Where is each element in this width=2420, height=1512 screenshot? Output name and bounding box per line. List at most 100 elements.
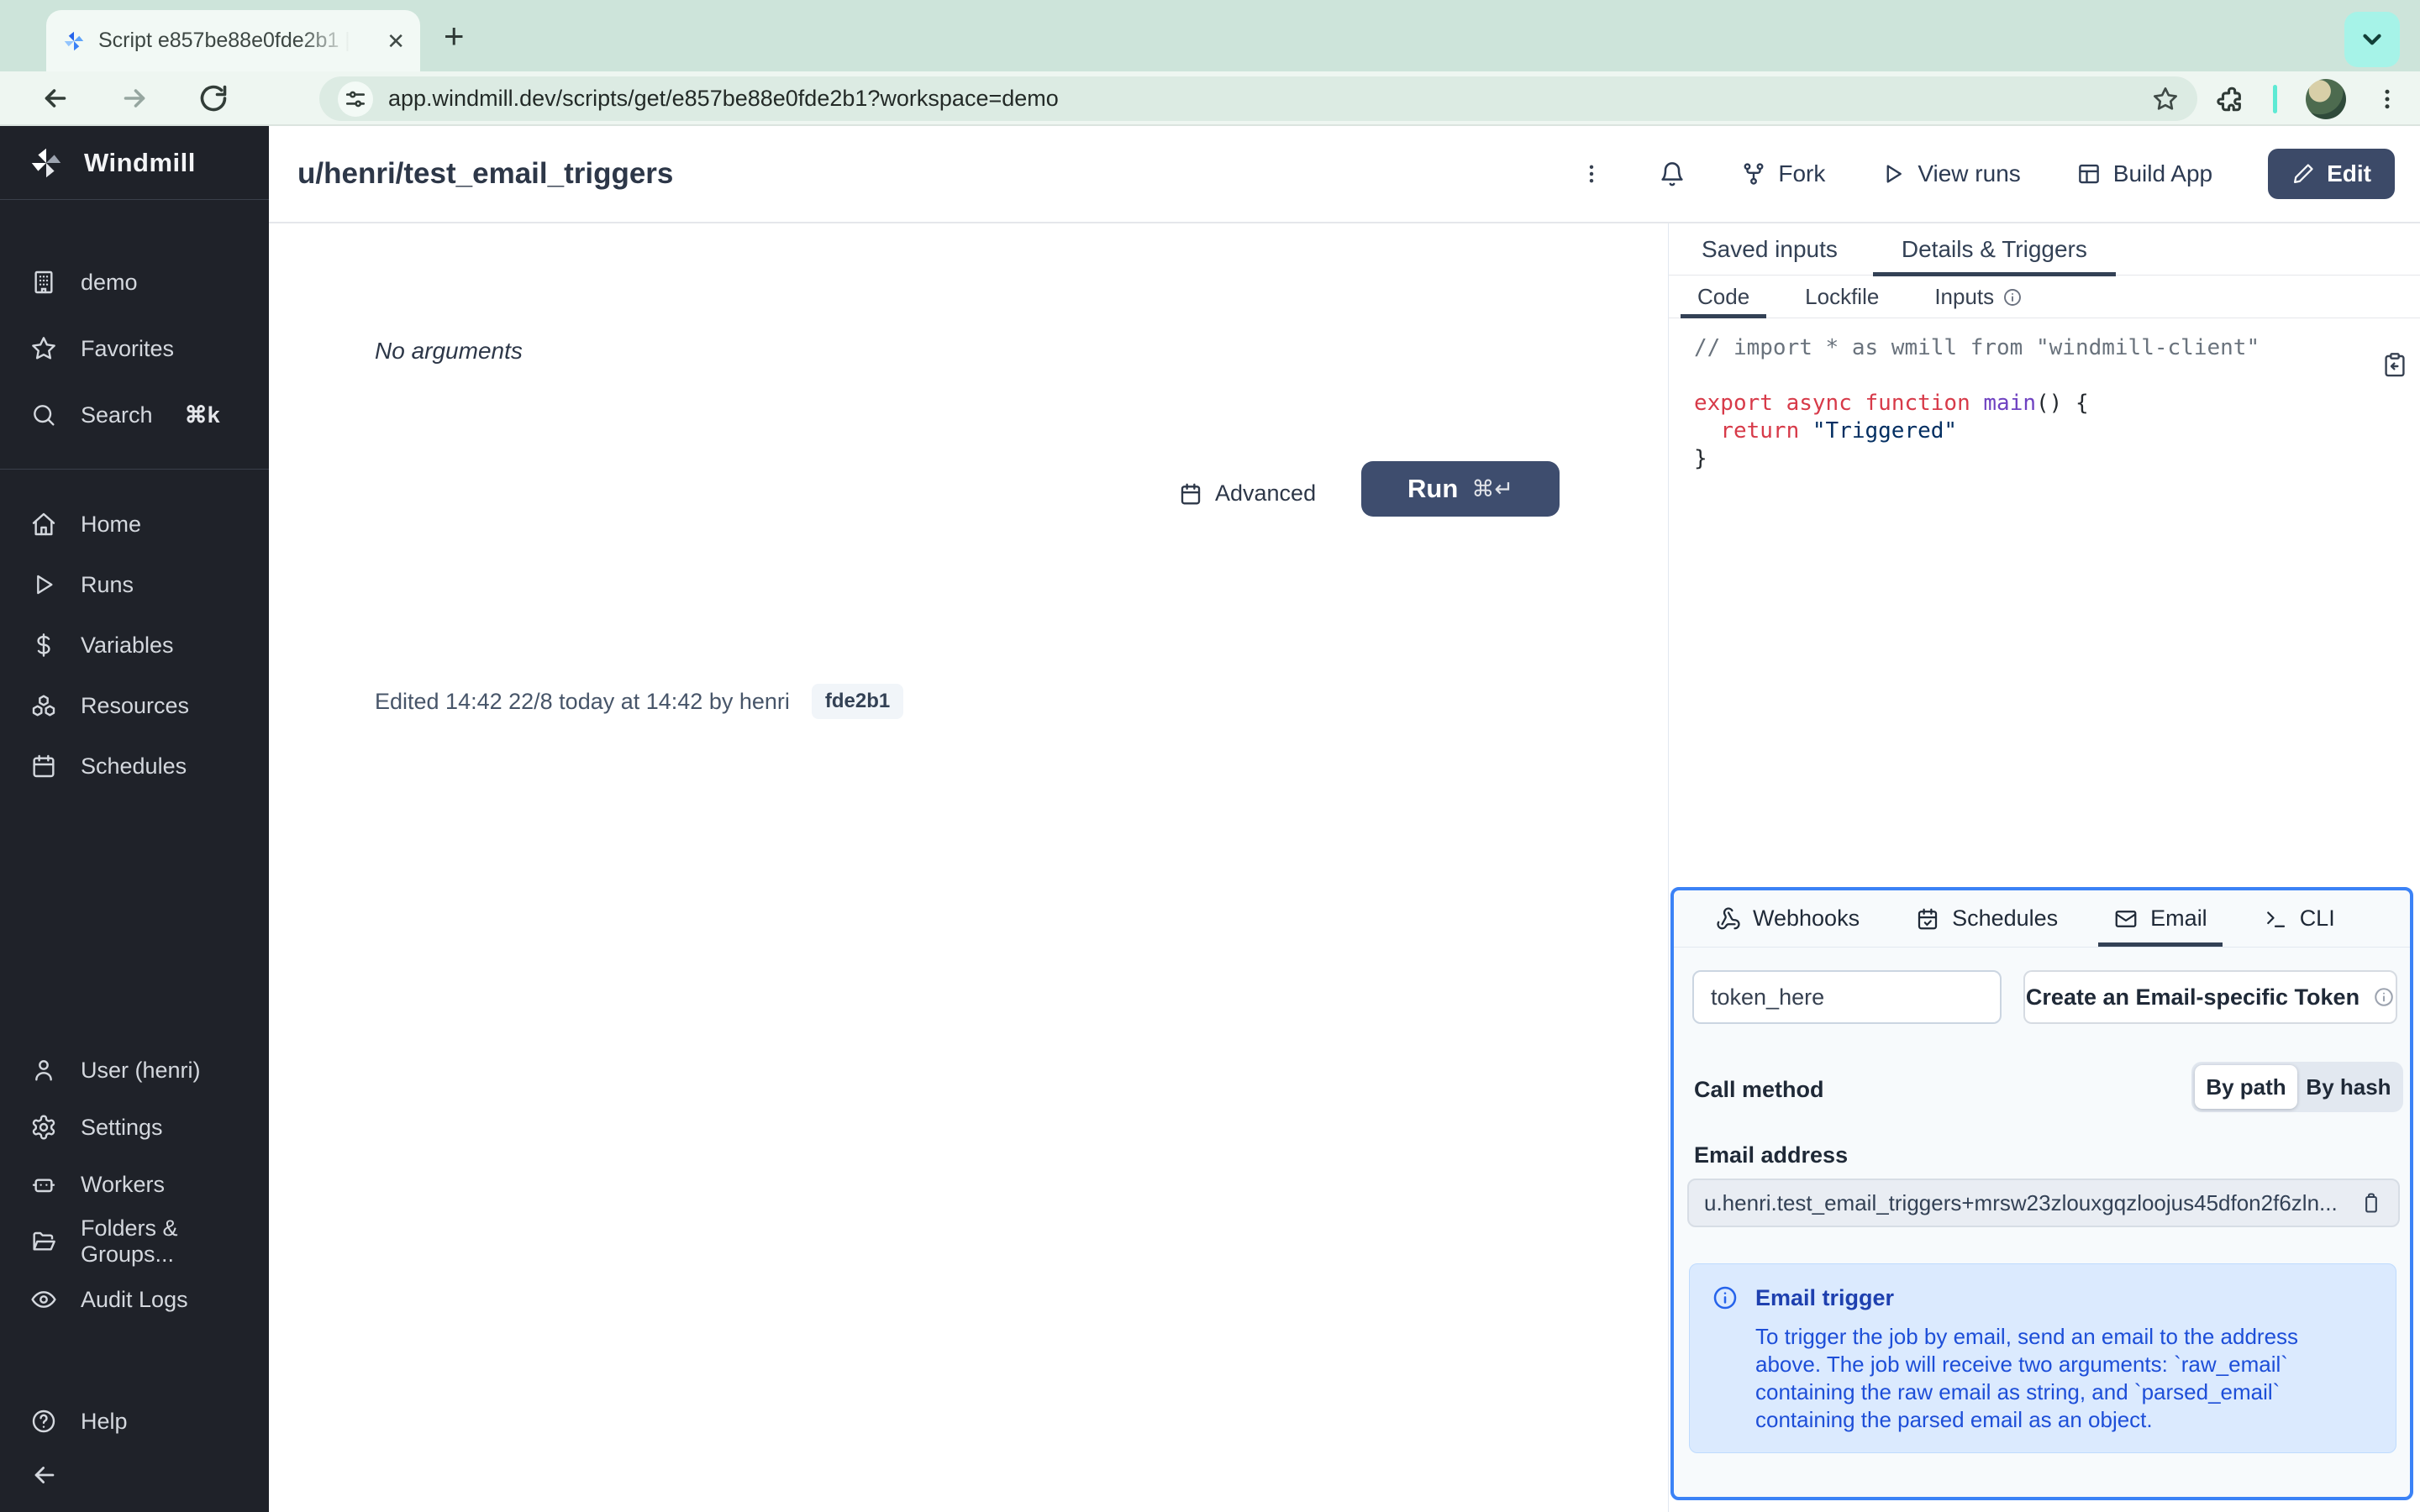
app-layout-icon	[2076, 161, 2102, 186]
sidebar-collapse-button[interactable]	[0, 1448, 269, 1502]
folder-icon	[30, 1228, 57, 1255]
email-trigger-info-box: Email trigger To trigger the job by emai…	[1689, 1263, 2396, 1453]
sidebar-item-label: Workers	[81, 1171, 166, 1197]
help-icon	[30, 1408, 57, 1435]
sidebar-item-label: Folders & Groups...	[81, 1215, 178, 1267]
sidebar-item-label: Variables	[81, 632, 174, 658]
url-text: app.windmill.dev/scripts/get/e857be88e0f…	[388, 86, 1059, 111]
triggers-panel: Webhooks Schedules Email CLI Create an E…	[1670, 887, 2413, 1500]
page-header: u/henri/test_email_triggers Fork View ru…	[269, 126, 2420, 223]
no-arguments-text: No arguments	[375, 338, 523, 364]
sidebar-divider	[0, 469, 269, 470]
sidebar-item-variables[interactable]: Variables	[0, 618, 269, 672]
browser-tab-bar: Script e857be88e0fde2b1 | W ✕ +	[0, 0, 2420, 71]
sidebar-item-label: Help	[81, 1408, 128, 1434]
url-bar[interactable]: app.windmill.dev/scripts/get/e857be88e0f…	[319, 76, 2197, 121]
tab-saved-inputs[interactable]: Saved inputs	[1697, 223, 1843, 275]
by-path-option[interactable]: By path	[2195, 1065, 2297, 1109]
extensions-icon[interactable]	[2216, 85, 2244, 113]
email-address-field[interactable]: u.henri.test_email_triggers+mrsw23zlouxg…	[1687, 1179, 2400, 1227]
search-shortcut: ⌘k	[184, 402, 220, 428]
build-app-button[interactable]: Build App	[2076, 160, 2212, 187]
info-icon	[1713, 1286, 1737, 1310]
terminal-icon	[2266, 911, 2285, 927]
email-token-input[interactable]	[1692, 970, 2002, 1024]
bookmark-star-icon[interactable]	[2152, 86, 2179, 113]
play-icon	[30, 571, 57, 598]
code-tab-bar: Code Lockfile Inputs	[1669, 276, 2420, 318]
browser-tab[interactable]: Script e857be88e0fde2b1 | W ✕	[46, 10, 420, 71]
tab-email[interactable]: Email	[2098, 890, 2223, 947]
boxes-icon	[30, 692, 57, 719]
advanced-button[interactable]: Advanced	[1178, 480, 1316, 507]
windmill-logo-icon	[27, 144, 66, 182]
tab-code[interactable]: Code	[1680, 276, 1767, 318]
by-hash-option[interactable]: By hash	[2297, 1065, 2400, 1109]
edit-button[interactable]: Edit	[2268, 149, 2395, 199]
sidebar-item-label: Audit Logs	[81, 1286, 188, 1312]
sidebar-item-workers[interactable]: Workers	[0, 1158, 269, 1211]
sidebar-item-home[interactable]: Home	[0, 497, 269, 551]
tab-cli[interactable]: CLI	[2260, 890, 2338, 947]
sidebar-item-settings[interactable]: Settings	[0, 1100, 269, 1154]
sidebar-item-audit-logs[interactable]: Audit Logs	[0, 1273, 269, 1326]
sidebar-item-label: Schedules	[81, 753, 187, 779]
version-hash-badge[interactable]: fde2b1	[811, 684, 904, 719]
brand[interactable]: Windmill	[0, 126, 269, 200]
info-box-title: Email trigger	[1755, 1284, 1895, 1310]
run-button[interactable]: Run ⌘↵	[1361, 461, 1560, 517]
sidebar-item-favorites[interactable]: Favorites	[0, 322, 269, 375]
dollar-icon	[30, 632, 57, 659]
browser-menu-icon[interactable]	[2375, 87, 2400, 112]
details-panel: Saved inputs Details & Triggers Code Loc…	[1669, 223, 2420, 1512]
arrow-left-icon	[30, 1461, 59, 1489]
calendar-check-icon	[1918, 908, 1938, 929]
copy-code-icon[interactable]	[2381, 351, 2408, 378]
workspace-icon	[30, 269, 57, 296]
avatar[interactable]	[2306, 78, 2346, 119]
new-tab-button[interactable]: +	[444, 18, 465, 54]
sidebar-item-label: Settings	[81, 1114, 163, 1140]
sidebar-item-label: Home	[81, 511, 142, 537]
star-icon	[30, 335, 57, 362]
tab-close-icon[interactable]: ✕	[387, 30, 405, 52]
sidebar-item-schedules[interactable]: Schedules	[0, 739, 269, 793]
eye-icon	[30, 1286, 57, 1313]
copy-icon[interactable]	[2360, 1191, 2383, 1215]
edited-timestamp: Edited 14:42 22/8 today at 14:42 by henr…	[375, 688, 790, 714]
back-icon[interactable]	[40, 83, 71, 113]
sidebar-item-demo[interactable]: demo	[0, 255, 269, 309]
tab-inputs[interactable]: Inputs	[1931, 276, 2026, 318]
details-tab-bar: Saved inputs Details & Triggers	[1669, 223, 2420, 276]
sidebar-item-user[interactable]: User (henri)	[0, 1043, 269, 1097]
tab-schedules[interactable]: Schedules	[1912, 890, 2061, 947]
sidebar-item-label: Runs	[81, 571, 134, 597]
sidebar-item-resources[interactable]: Resources	[0, 679, 269, 732]
email-address-value: u.henri.test_email_triggers+mrsw23zlouxg…	[1704, 1189, 2338, 1215]
forward-icon[interactable]	[119, 83, 150, 113]
sidebar-item-folders-groups[interactable]: Folders & Groups...	[0, 1215, 269, 1268]
sidebar-item-runs[interactable]: Runs	[0, 558, 269, 612]
sidebar: Windmill demo Favorites Search ⌘k Home R…	[0, 126, 269, 1512]
tab-lockfile[interactable]: Lockfile	[1802, 276, 1882, 318]
git-fork-icon	[1741, 161, 1766, 186]
sidebar-item-search[interactable]: Search ⌘k	[0, 388, 269, 442]
sidebar-item-label: User (henri)	[81, 1057, 201, 1083]
search-icon	[30, 402, 57, 428]
windmill-favicon	[61, 29, 87, 54]
view-runs-button[interactable]: View runs	[1881, 160, 2021, 187]
fork-button[interactable]: Fork	[1741, 160, 1825, 187]
info-icon	[2004, 288, 2022, 306]
tab-webhooks[interactable]: Webhooks	[1712, 890, 1863, 947]
call-method-label: Call method	[1694, 1077, 1824, 1102]
code-content: // import * as wmill from "windmill-clie…	[1694, 335, 2260, 471]
notifications-bell-icon[interactable]	[1659, 160, 1686, 187]
site-settings-icon[interactable]	[338, 81, 373, 117]
reload-icon[interactable]	[198, 83, 229, 113]
calendar-icon	[30, 753, 57, 780]
sidebar-item-help[interactable]: Help	[0, 1394, 269, 1448]
create-email-token-button[interactable]: Create an Email-specific Token	[2023, 970, 2397, 1024]
tab-details-triggers[interactable]: Details & Triggers	[1872, 223, 2116, 276]
tab-search-chevron-icon[interactable]	[2344, 12, 2400, 67]
more-options-kebab-icon[interactable]	[1580, 162, 1603, 186]
